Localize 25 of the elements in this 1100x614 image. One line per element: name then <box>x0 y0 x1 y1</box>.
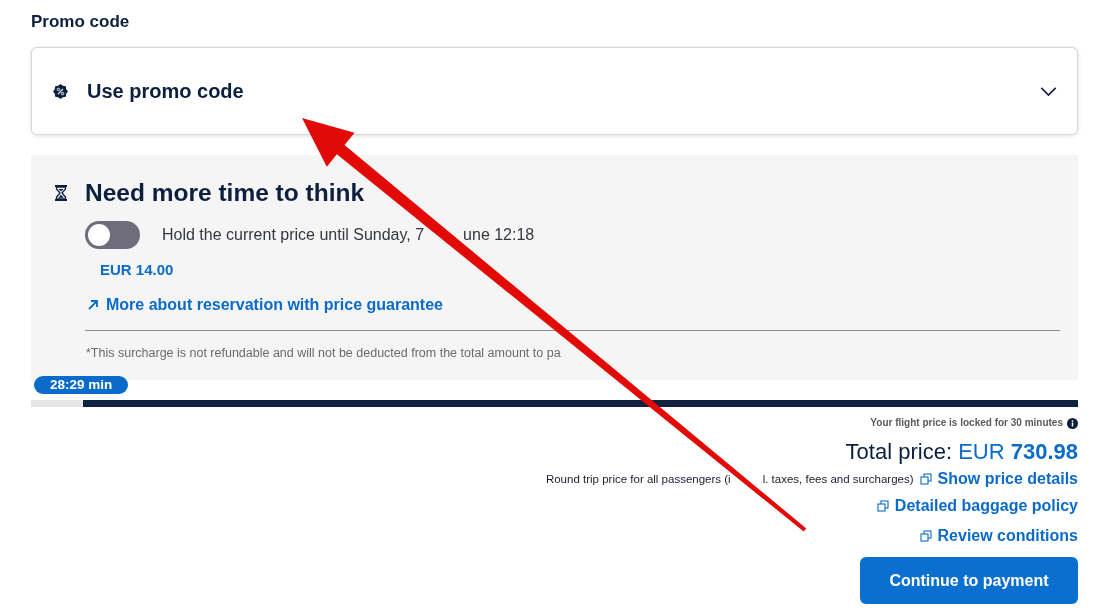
switch-label: Hold the current price until Sunday, 7 <box>162 226 425 244</box>
info-icon <box>1067 417 1078 429</box>
overlapping-squares-icon <box>876 500 889 512</box>
price-note: l. taxes, fees and surcharges) <box>762 472 914 486</box>
percent-badge-icon <box>53 83 68 99</box>
info-link[interactable]: Review conditions <box>919 525 1078 547</box>
reservation-info-link[interactable]: More about reservation with price guarantee <box>88 295 443 315</box>
promo-code-accordion[interactable]: Use promo code <box>31 47 1078 135</box>
hourglass-icon <box>55 185 67 201</box>
overlapping-squares-icon <box>919 473 932 485</box>
switch-label: une 12:18 <box>463 226 535 244</box>
hold-price-switch[interactable] <box>85 221 140 249</box>
overlapping-squares-icon <box>919 530 932 542</box>
total-price: Total price: EUR 730.98 <box>845 438 1078 466</box>
surcharge-footnote: *This surcharge is not refundable and will not be deducted from the total amount to pa <box>86 345 561 361</box>
panel-title: Need more time to think <box>85 178 365 208</box>
arrow-up-right-icon <box>88 300 98 310</box>
info-link[interactable]: Show price details <box>919 468 1078 490</box>
section-heading: Promo code <box>31 11 130 33</box>
price-note: Round trip price for all passengers (i <box>545 472 731 486</box>
countdown-timer: 28:29 min <box>34 376 129 394</box>
hold-fee: EUR 14.00 <box>100 260 174 280</box>
price-lock-note: Your flight price is locked for 30 minutes <box>870 416 1063 430</box>
continue-payment-button[interactable]: Continue to payment <box>860 557 1078 604</box>
info-link[interactable]: Detailed baggage policy <box>876 495 1078 517</box>
